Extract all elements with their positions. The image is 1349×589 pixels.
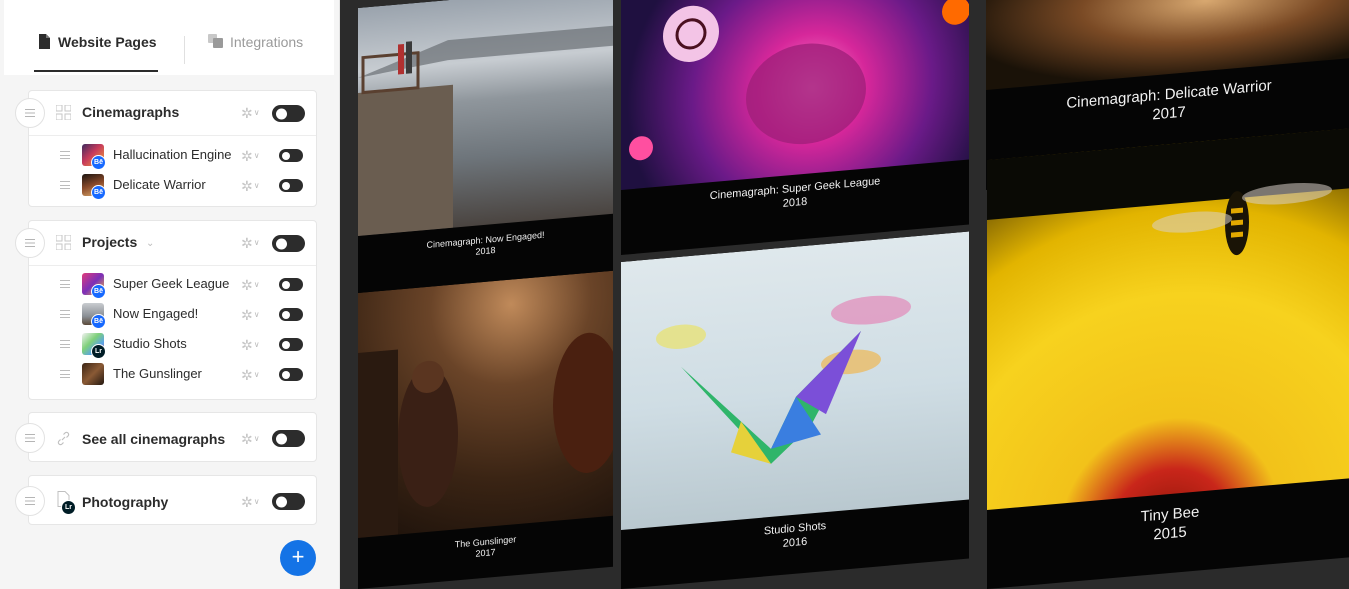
gear-icon[interactable]: ✲ ∨ [241, 368, 260, 382]
gear-icon[interactable]: ✲ ∨ [241, 308, 260, 322]
chevron-down-icon[interactable]: ⌄ [146, 237, 154, 251]
visibility-toggle[interactable] [279, 308, 303, 321]
tab-website-pages-label: Website Pages [58, 34, 157, 50]
gear-icon[interactable]: ✲ ∨ [241, 338, 260, 352]
lightroom-badge-icon: Lr [91, 344, 106, 359]
tile-image [621, 0, 969, 191]
section-items: Bē Hallucination Engine ✲ ∨ Bē Delicate W… [29, 135, 316, 207]
chevron-down-icon: ∨ [253, 151, 260, 160]
chevron-down-icon: ∨ [253, 370, 260, 379]
tab-divider [184, 36, 185, 64]
item-label: Super Geek League [113, 276, 230, 291]
list-item[interactable]: Bē Super Geek League ✲ ∨ [29, 269, 316, 299]
section-title: Cinemagraphs [82, 104, 180, 120]
list-item[interactable]: The Gunslinger ✲ ∨ [29, 359, 316, 389]
item-label: Hallucination Engine [113, 147, 232, 162]
section-header[interactable]: Projects ⌄ ✲ ∨ [15, 221, 316, 265]
item-label: Studio Shots [113, 336, 187, 351]
add-page-button[interactable]: + [280, 540, 316, 576]
gallery-tile[interactable]: Studio Shots 2016 [621, 231, 969, 589]
gear-icon[interactable]: ✲ ∨ [241, 278, 260, 292]
gear-icon[interactable]: ✲ ∨ [241, 179, 260, 193]
section-see-all-cinemagraphs: See all cinemagraphs ✲ ∨ [15, 412, 317, 463]
section-cinemagraphs: Cinemagraphs ✲ ∨ Bē Hallucination Engine … [15, 90, 317, 207]
link-icon [55, 430, 71, 446]
gear-icon[interactable]: ✲ ∨ [241, 149, 260, 163]
item-label: Now Engaged! [113, 306, 199, 321]
drag-handle-icon[interactable] [60, 151, 70, 159]
behance-badge-icon: Bē [91, 185, 106, 200]
gallery-tile[interactable]: Tiny Bee 2015 [987, 127, 1349, 589]
gear-icon[interactable]: ✲ ∨ [241, 236, 260, 250]
drag-handle-icon[interactable] [15, 486, 45, 516]
page-icon [38, 34, 51, 49]
section-title: See all cinemagraphs [82, 431, 226, 447]
gallery-tile[interactable]: Cinemagraph: Now Engaged! 2018 [358, 0, 613, 294]
chevron-down-icon: ∨ [253, 497, 260, 506]
chevron-down-icon: ∨ [253, 310, 260, 319]
section-header[interactable]: See all cinemagraphs ✲ ∨ [15, 413, 316, 463]
drag-handle-icon[interactable] [60, 310, 70, 318]
section-title: Photography [82, 494, 169, 510]
visibility-toggle[interactable] [272, 430, 305, 447]
chevron-down-icon: ∨ [253, 434, 260, 443]
item-label: Delicate Warrior [113, 177, 206, 192]
visibility-toggle[interactable] [272, 493, 305, 510]
chevron-down-icon: ∨ [253, 340, 260, 349]
section-items: Bē Super Geek League ✲ ∨ Bē Now Engaged! … [29, 265, 316, 400]
section-projects: Projects ⌄ ✲ ∨ Bē Super Geek League ✲ ∨ Bē… [15, 220, 317, 400]
gallery-tile[interactable]: The Gunslinger 2017 [358, 270, 613, 589]
behance-badge-icon: Bē [91, 314, 106, 329]
grid-icon [55, 234, 71, 250]
list-item[interactable]: Lr Studio Shots ✲ ∨ [29, 329, 316, 359]
visibility-toggle[interactable] [279, 278, 303, 291]
visibility-toggle[interactable] [279, 338, 303, 351]
drag-handle-icon[interactable] [60, 370, 70, 378]
tile-image [987, 127, 1349, 510]
visibility-toggle[interactable] [279, 179, 303, 192]
behance-badge-icon: Bē [91, 284, 106, 299]
drag-handle-icon[interactable] [60, 181, 70, 189]
behance-badge-icon: Bē [91, 155, 106, 170]
gear-icon[interactable]: ✲ ∨ [241, 495, 260, 509]
list-item[interactable]: Bē Hallucination Engine ✲ ∨ [29, 140, 316, 170]
lightroom-badge-icon: Lr [61, 500, 76, 515]
gallery-tile[interactable]: Cinemagraph: Super Geek League 2018 [621, 0, 969, 255]
tab-integrations-label: Integrations [230, 34, 304, 50]
section-header[interactable]: Lr Photography ✲ ∨ [15, 476, 316, 526]
grid-icon [55, 104, 71, 120]
visibility-toggle[interactable] [279, 368, 303, 381]
drag-handle-icon[interactable] [15, 423, 45, 453]
drag-handle-icon[interactable] [60, 340, 70, 348]
visibility-toggle[interactable] [279, 149, 303, 162]
visibility-toggle[interactable] [272, 235, 305, 252]
tile-image [358, 270, 613, 538]
chevron-down-icon: ∨ [253, 280, 260, 289]
tile-image [621, 231, 969, 530]
website-preview: Cinemagraph: Now Engaged! 2018 Cinemagra… [340, 0, 1349, 589]
section-title: Projects [82, 234, 138, 250]
sidebar: Website Pages Integrations Cinemagraphs … [0, 0, 340, 589]
chevron-down-icon: ∨ [253, 181, 260, 190]
tab-website-pages[interactable]: Website Pages [34, 34, 158, 74]
item-label: The Gunslinger [113, 366, 202, 381]
gear-icon[interactable]: ✲ ∨ [241, 106, 260, 120]
tab-bar: Website Pages Integrations [4, 0, 334, 75]
list-item[interactable]: Bē Delicate Warrior ✲ ∨ [29, 170, 316, 200]
visibility-toggle[interactable] [272, 105, 305, 122]
section-header[interactable]: Cinemagraphs ✲ ∨ [15, 91, 316, 135]
chevron-down-icon: ∨ [253, 238, 260, 247]
list-item[interactable]: Bē Now Engaged! ✲ ∨ [29, 299, 316, 329]
tile-image [358, 0, 613, 237]
drag-handle-icon[interactable] [60, 280, 70, 288]
gear-icon[interactable]: ✲ ∨ [241, 432, 260, 446]
integrations-icon [208, 34, 223, 48]
drag-handle-icon[interactable] [15, 228, 45, 258]
tab-integrations[interactable]: Integrations [208, 34, 303, 74]
chevron-down-icon: ∨ [253, 108, 260, 117]
thumbnail [82, 363, 104, 385]
section-photography: Lr Photography ✲ ∨ [15, 475, 317, 526]
drag-handle-icon[interactable] [15, 98, 45, 128]
